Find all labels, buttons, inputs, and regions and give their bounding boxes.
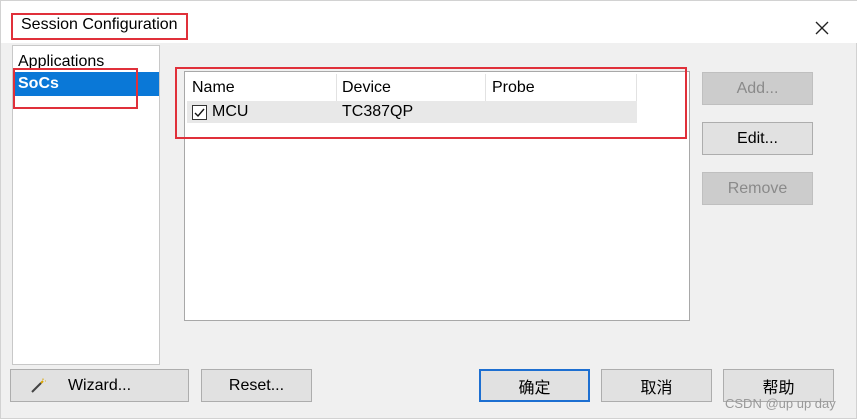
checkmark-icon [194, 108, 205, 118]
row-name-cell: MCU [212, 103, 249, 120]
session-configuration-dialog: Session Configuration Applications SoCs … [0, 0, 857, 419]
reset-button-label: Reset... [228, 376, 285, 394]
column-header-device[interactable]: Device [335, 74, 486, 101]
sidebar-item-label: Applications [18, 53, 105, 70]
edit-button[interactable]: Edit... [702, 122, 813, 155]
table-row[interactable]: MCU TC387QP [187, 101, 637, 123]
ok-button-label: 确定 [518, 379, 551, 397]
column-header-label: Name [192, 79, 235, 96]
wizard-button[interactable]: Wizard... [10, 369, 189, 402]
add-button-label: Add... [736, 79, 779, 97]
close-icon [815, 21, 829, 35]
watermark-text: CSDN @up up day [725, 396, 836, 411]
sidebar-item-applications[interactable]: Applications [13, 50, 159, 74]
cancel-button-label: 取消 [640, 379, 673, 397]
column-header-label: Probe [492, 79, 535, 96]
close-button[interactable] [811, 17, 833, 39]
socs-table: Name Device Probe MCU TC387QP [184, 71, 690, 321]
reset-button[interactable]: Reset... [201, 369, 312, 402]
row-enabled-checkbox[interactable] [192, 105, 207, 120]
edit-button-label: Edit... [737, 129, 778, 147]
dialog-title: Session Configuration [21, 16, 178, 33]
sidebar-item-label: SoCs [18, 75, 59, 92]
column-header-probe[interactable]: Probe [485, 74, 637, 101]
sidebar-item-socs[interactable]: SoCs [13, 72, 159, 96]
cancel-button[interactable]: 取消 [601, 369, 712, 402]
ok-button[interactable]: 确定 [479, 369, 590, 402]
remove-button-label: Remove [727, 179, 788, 197]
remove-button[interactable]: Remove [702, 172, 813, 205]
help-button-label: 帮助 [762, 379, 795, 397]
wizard-button-label: Wizard... [67, 376, 132, 394]
column-header-label: Device [342, 79, 391, 96]
magic-wand-icon [31, 378, 46, 393]
add-button[interactable]: Add... [702, 72, 813, 105]
category-list[interactable]: Applications SoCs [12, 45, 160, 365]
row-device-cell: TC387QP [342, 103, 414, 120]
column-header-name[interactable]: Name [185, 74, 337, 101]
title-bar: Session Configuration [1, 1, 857, 43]
